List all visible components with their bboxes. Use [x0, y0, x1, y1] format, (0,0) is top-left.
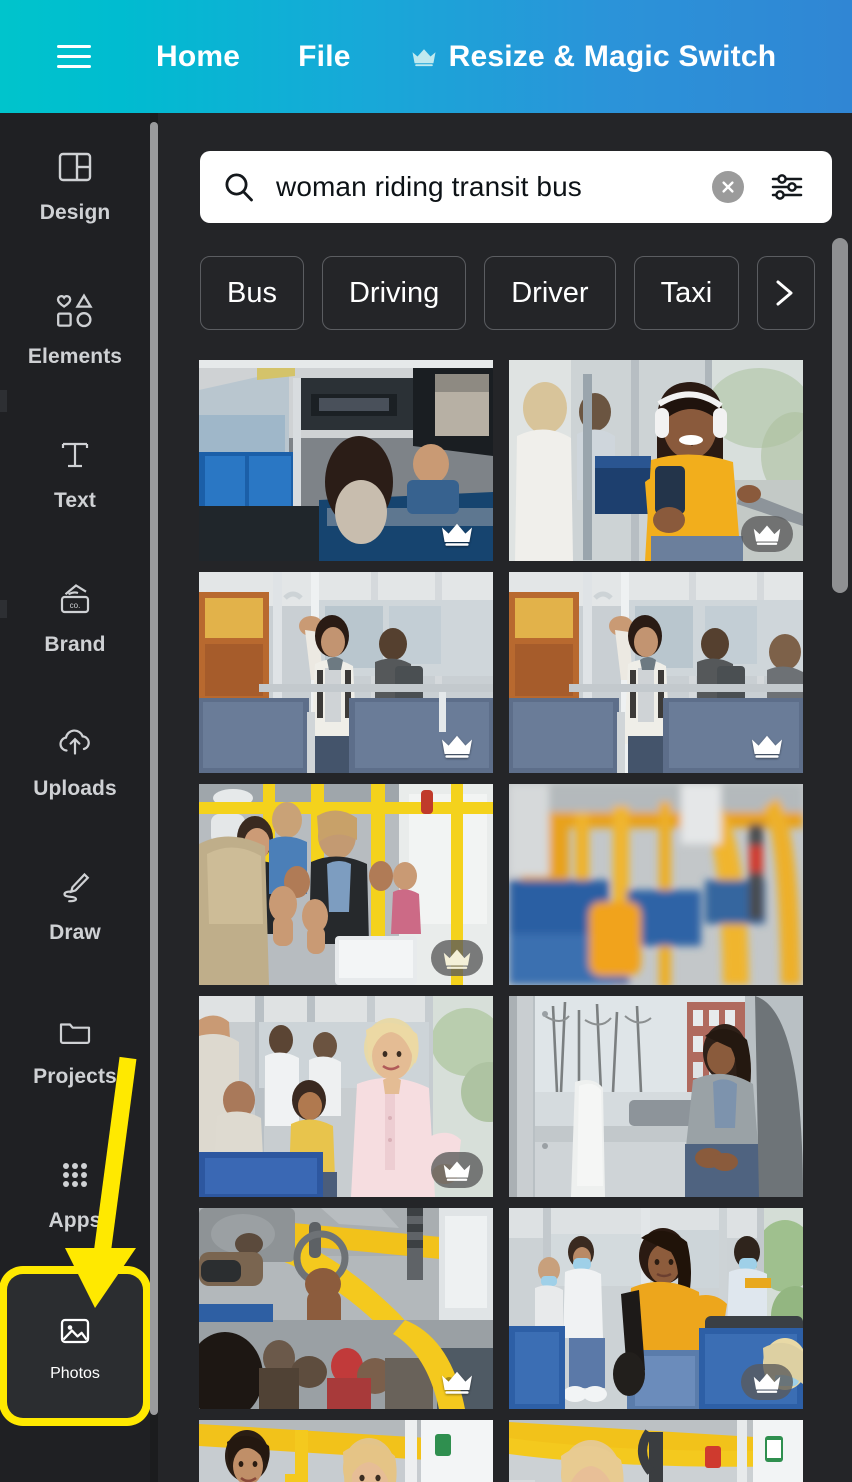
sidebar-label-design: Design — [39, 201, 111, 224]
pro-crown-badge — [741, 1364, 793, 1400]
photo-woman-standing-handrail[interactable] — [199, 572, 493, 773]
sidebar-item-apps[interactable]: Apps — [0, 1121, 150, 1265]
photo-woman-headphones-phone[interactable] — [509, 360, 803, 561]
photo-blonde-woman-smiling[interactable] — [199, 996, 493, 1197]
pro-crown-badge — [431, 1364, 483, 1400]
sidebar-label-apps: Apps — [48, 1209, 102, 1232]
nav-home[interactable]: Home — [156, 40, 240, 74]
search-bar[interactable] — [200, 151, 832, 223]
edge-ghost-glyph — [0, 600, 7, 618]
sidebar: Design Elements Text co. Brand Uploads D… — [0, 113, 150, 1482]
folder-icon — [53, 1009, 97, 1053]
cloud-upload-icon — [53, 721, 97, 765]
sidebar-label-brand: Brand — [44, 633, 106, 656]
close-circle-icon[interactable] — [712, 171, 744, 203]
photo-masked-passengers[interactable] — [509, 1208, 803, 1409]
photo-bus-interior-aisle[interactable] — [199, 360, 493, 561]
photos-scrollbar[interactable] — [832, 238, 848, 593]
crown-icon — [411, 47, 437, 67]
pro-crown-badge — [431, 940, 483, 976]
grid-dots-icon — [53, 1153, 97, 1197]
magnifier-icon — [222, 170, 256, 204]
chip-driver[interactable]: Driver — [484, 256, 616, 330]
sidebar-scrollbar[interactable] — [150, 122, 158, 1415]
sidebar-item-uploads[interactable]: Uploads — [0, 689, 150, 833]
hamburger-line — [57, 65, 91, 68]
sidebar-item-projects[interactable]: Projects — [0, 977, 150, 1121]
search-input[interactable] — [276, 171, 712, 203]
pen-icon — [53, 865, 97, 909]
sidebar-label-projects: Projects — [33, 1065, 117, 1088]
sidebar-item-photos-slot: Photos — [0, 1270, 150, 1422]
filter-chips: Bus Driving Driver Taxi — [200, 253, 852, 333]
text-t-icon — [53, 433, 97, 477]
nav-file[interactable]: File — [298, 40, 350, 74]
chip-bus[interactable]: Bus — [200, 256, 304, 330]
sidebar-item-text[interactable]: Text — [0, 401, 150, 545]
photo-woman-standing-tram[interactable] — [509, 572, 803, 773]
shapes-icon — [53, 289, 97, 333]
sidebar-item-photos[interactable]: Photos — [7, 1274, 143, 1418]
pro-crown-badge — [431, 516, 483, 552]
pro-crown-badge — [741, 516, 793, 552]
pro-crown-badge — [431, 728, 483, 764]
photo-yellow-poles-blur[interactable] — [509, 784, 803, 985]
sidebar-label-uploads: Uploads — [33, 777, 117, 800]
photo-hand-holding-strap[interactable] — [199, 1208, 493, 1409]
chevron-right-icon[interactable] — [757, 256, 816, 330]
hamburger-icon[interactable] — [48, 31, 100, 83]
nav-resize-magic-switch[interactable]: Resize & Magic Switch — [411, 40, 777, 74]
pro-crown-badge — [741, 728, 793, 764]
photo-group-thumbs-up[interactable] — [199, 784, 493, 985]
pro-crown-badge — [431, 1152, 483, 1188]
hamburger-line — [57, 45, 91, 48]
sidebar-item-brand[interactable]: co. Brand — [0, 545, 150, 689]
sidebar-label-elements: Elements — [27, 345, 123, 368]
sidebar-label-photos: Photos — [50, 1365, 100, 1382]
sidebar-label-draw: Draw — [49, 921, 101, 944]
svg-text:co.: co. — [70, 601, 81, 610]
sidebar-item-design[interactable]: Design — [0, 113, 150, 257]
chip-taxi[interactable]: Taxi — [633, 256, 740, 330]
chip-driving[interactable]: Driving — [321, 256, 467, 330]
photo-grid — [199, 360, 847, 1482]
photo-woman-yellow-poles[interactable] — [509, 1420, 803, 1482]
layout-icon — [53, 145, 97, 189]
brand-card-icon: co. — [53, 577, 97, 621]
edge-ghost-glyph — [0, 390, 7, 412]
sidebar-item-draw[interactable]: Draw — [0, 833, 150, 977]
image-icon — [53, 1309, 97, 1353]
nav-resize-label: Resize & Magic Switch — [448, 39, 777, 73]
photos-panel: Bus Driving Driver Taxi — [158, 113, 852, 1482]
sidebar-label-text: Text — [53, 489, 97, 512]
sliders-icon[interactable] — [766, 166, 808, 208]
photo-woman-seated-window[interactable] — [509, 996, 803, 1197]
hamburger-line — [57, 55, 91, 58]
top-bar: Home File Resize & Magic Switch — [0, 0, 852, 113]
sidebar-item-elements[interactable]: Elements — [0, 257, 150, 401]
photo-couple-yellow-poles[interactable] — [199, 1420, 493, 1482]
